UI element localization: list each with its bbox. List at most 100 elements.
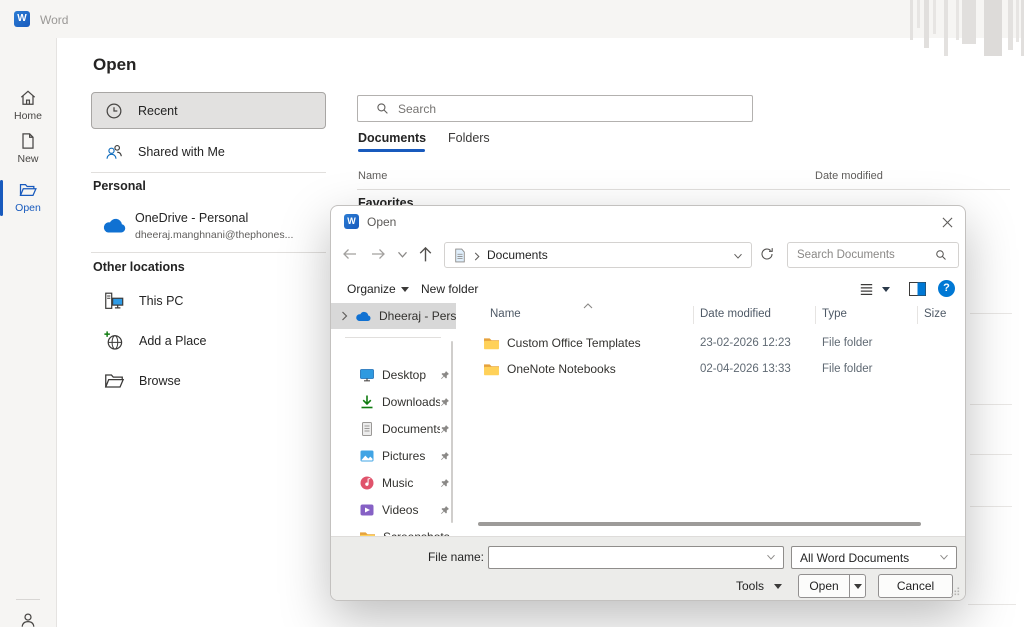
search-icon bbox=[376, 102, 389, 115]
organize-menu-button[interactable]: Organize bbox=[347, 282, 409, 296]
file-name: Custom Office Templates bbox=[507, 330, 641, 356]
file-row[interactable]: OneNote Notebooks 02-04-2026 13:33 File … bbox=[464, 356, 959, 382]
pin-icon bbox=[440, 370, 450, 380]
add-place-globe-icon bbox=[103, 330, 125, 352]
address-bar[interactable]: Documents bbox=[444, 242, 752, 268]
account-icon bbox=[18, 610, 38, 627]
personal-section-header: Personal bbox=[93, 179, 146, 193]
file-type-select[interactable]: All Word Documents bbox=[791, 546, 957, 569]
sort-ascending-icon bbox=[583, 303, 593, 309]
dialog-word-icon: W bbox=[344, 214, 359, 229]
backstage-col-date: Date modified bbox=[815, 170, 883, 182]
column-separator[interactable] bbox=[917, 306, 918, 324]
word-app-icon: W bbox=[14, 11, 30, 27]
nav-forward-button[interactable] bbox=[369, 246, 387, 262]
resize-grip[interactable] bbox=[951, 587, 960, 596]
close-icon bbox=[942, 217, 953, 228]
dialog-search-box[interactable] bbox=[787, 242, 959, 268]
pictures-icon bbox=[359, 448, 375, 464]
help-icon[interactable]: ? bbox=[938, 280, 955, 297]
new-folder-button[interactable]: New folder bbox=[421, 282, 478, 296]
nav-up-button[interactable] bbox=[417, 245, 434, 263]
page-title: Open bbox=[93, 55, 136, 75]
tab-documents[interactable]: Documents bbox=[358, 131, 426, 145]
tree-item-desktop[interactable]: Desktop bbox=[331, 361, 456, 388]
tab-folders[interactable]: Folders bbox=[448, 131, 490, 145]
nav-recent-locations-button[interactable] bbox=[397, 251, 408, 259]
word-backstage-window: W Word Home New bbox=[0, 0, 1024, 627]
dialog-search-input[interactable] bbox=[797, 249, 935, 261]
title-bar: W Word bbox=[0, 0, 1024, 38]
menu-item-shared[interactable]: Shared with Me bbox=[91, 135, 326, 169]
backstage-search-input[interactable] bbox=[398, 102, 752, 116]
home-icon bbox=[18, 88, 38, 108]
desktop-icon bbox=[359, 367, 375, 383]
onedrive-icon bbox=[101, 216, 127, 234]
open-button-label[interactable]: Open bbox=[799, 579, 849, 593]
tools-menu-button[interactable]: Tools bbox=[736, 575, 782, 597]
column-separator[interactable] bbox=[815, 306, 816, 324]
onedrive-email: dheeraj.manghnani@thephones... bbox=[135, 229, 293, 241]
pin-icon bbox=[440, 478, 450, 488]
horizontal-scrollbar[interactable] bbox=[478, 522, 921, 526]
menu-item-browse[interactable]: Browse bbox=[91, 364, 326, 398]
column-separator[interactable] bbox=[693, 306, 694, 324]
file-name-input[interactable] bbox=[489, 551, 766, 565]
dialog-close-button[interactable] bbox=[936, 213, 958, 231]
cancel-button[interactable]: Cancel bbox=[878, 574, 953, 598]
nav-back-button[interactable] bbox=[341, 246, 359, 262]
tree-item-music[interactable]: Music bbox=[331, 469, 456, 496]
recent-row-divider bbox=[970, 506, 1012, 507]
open-split-button[interactable]: Open bbox=[798, 574, 866, 598]
caret-down-icon bbox=[774, 584, 782, 589]
view-mode-button[interactable] bbox=[859, 283, 890, 296]
tree-item-onedrive-root[interactable]: Dheeraj - Person bbox=[331, 303, 456, 329]
breadcrumb-chevron-icon bbox=[474, 252, 480, 261]
column-header-name[interactable]: Name bbox=[490, 308, 521, 320]
dialog-footer: File name: All Word Documents Tools bbox=[331, 536, 966, 601]
file-name-combo[interactable] bbox=[488, 546, 784, 569]
forward-arrow-icon bbox=[369, 246, 387, 262]
tree-item-videos[interactable]: Videos bbox=[331, 496, 456, 523]
menu-item-onedrive[interactable]: OneDrive - Personal dheeraj.manghnani@th… bbox=[91, 205, 326, 251]
tree-scrollbar[interactable] bbox=[451, 341, 453, 523]
column-header-size[interactable]: Size bbox=[924, 308, 946, 320]
tree-item-screenshots[interactable]: Screenshots bbox=[331, 523, 456, 536]
tree-expand-chevron-icon[interactable] bbox=[341, 311, 348, 321]
location-document-icon bbox=[454, 248, 466, 263]
rail-item-account[interactable]: Account bbox=[0, 610, 56, 627]
downloads-icon bbox=[359, 394, 375, 410]
tree-item-documents[interactable]: Documents bbox=[331, 415, 456, 442]
tree-item-pictures[interactable]: Pictures bbox=[331, 442, 456, 469]
back-arrow-icon bbox=[341, 246, 359, 262]
videos-icon bbox=[359, 502, 375, 518]
file-type: File folder bbox=[822, 330, 873, 356]
caret-down-icon bbox=[401, 287, 409, 292]
menu-item-recent[interactable]: Recent bbox=[91, 92, 326, 129]
preview-pane-button[interactable] bbox=[909, 282, 926, 296]
column-header-type[interactable]: Type bbox=[822, 308, 847, 320]
file-row[interactable]: Custom Office Templates 23-02-2026 12:23… bbox=[464, 330, 959, 356]
tab-active-underline bbox=[358, 149, 425, 152]
address-dropdown-chevron-icon[interactable] bbox=[733, 253, 743, 260]
column-header-date[interactable]: Date modified bbox=[700, 308, 771, 320]
other-locations-header: Other locations bbox=[93, 260, 185, 274]
refresh-button[interactable] bbox=[759, 246, 775, 262]
rail-item-open[interactable]: Open bbox=[0, 180, 56, 214]
preview-pane-icon bbox=[909, 282, 926, 296]
this-pc-icon bbox=[103, 290, 125, 312]
menu-item-add-place[interactable]: Add a Place bbox=[91, 324, 326, 358]
onedrive-title: OneDrive - Personal bbox=[135, 211, 248, 225]
caret-down-icon bbox=[854, 584, 862, 589]
tree-item-downloads[interactable]: Downloads bbox=[331, 388, 456, 415]
list-view-icon bbox=[859, 283, 874, 296]
pin-icon bbox=[440, 397, 450, 407]
open-folder-icon bbox=[18, 180, 38, 200]
open-file-dialog: W Open bbox=[330, 205, 966, 601]
backstage-search[interactable] bbox=[357, 95, 753, 122]
rail-item-home[interactable]: Home bbox=[0, 88, 56, 122]
menu-item-this-pc[interactable]: This PC bbox=[91, 284, 326, 318]
rail-item-new[interactable]: New bbox=[0, 131, 56, 165]
open-dropdown-arrow[interactable] bbox=[850, 584, 865, 589]
folder-icon bbox=[483, 336, 500, 350]
